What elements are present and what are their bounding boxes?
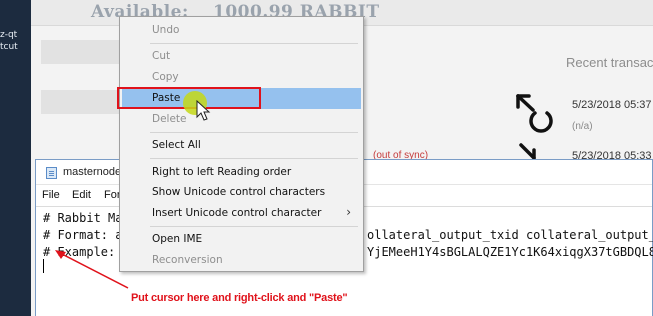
text-line-2-tail: ollateral_output_txid collateral_output_ bbox=[367, 228, 653, 242]
menu-separator bbox=[150, 43, 358, 44]
recent-transactions-title: Recent transac bbox=[566, 55, 653, 70]
menu-item-undo[interactable]: Undo bbox=[122, 20, 361, 41]
menu-item-copy[interactable]: Copy bbox=[122, 67, 361, 88]
menu-file[interactable]: File bbox=[42, 189, 60, 201]
menu-item-insert-unicode[interactable]: Insert Unicode control character › bbox=[122, 203, 361, 224]
desktop-shortcut-label[interactable]: z-qt bbox=[0, 30, 17, 40]
menu-item-cut[interactable]: Cut bbox=[122, 46, 361, 67]
menu-item-reconversion[interactable]: Reconversion bbox=[122, 250, 361, 271]
text-caret bbox=[43, 259, 44, 273]
menu-item-rtl[interactable]: Right to left Reading order bbox=[122, 162, 361, 183]
cursor-highlight bbox=[183, 91, 207, 115]
submenu-arrow-icon: › bbox=[346, 205, 351, 219]
menu-item-delete[interactable]: Delete bbox=[122, 109, 361, 130]
wallet-row-band bbox=[41, 40, 121, 64]
text-line-3-tail: YjEMeeH1Y4sBGLALQZE1Yc1K64xiqgX37tGBDQL8 bbox=[367, 245, 653, 259]
transaction-date: 5/23/2018 05:37 bbox=[572, 99, 652, 111]
menu-item-select-all[interactable]: Select All bbox=[122, 135, 361, 156]
text-line-1: # Rabbit Ma bbox=[43, 211, 123, 225]
desktop-shortcut-label[interactable]: tcut bbox=[0, 42, 18, 52]
menu-separator bbox=[150, 226, 358, 227]
notepad-title: masternode bbox=[63, 166, 122, 178]
annotation-text: Put cursor here and right-click and "Pas… bbox=[131, 292, 348, 304]
menu-separator bbox=[150, 132, 358, 133]
menu-item-open-ime[interactable]: Open IME bbox=[122, 229, 361, 250]
wallet-row-band bbox=[41, 90, 121, 114]
menu-edit[interactable]: Edit bbox=[72, 189, 91, 201]
text-line-2: # Format: a bbox=[43, 228, 123, 242]
transaction-note: (n/a) bbox=[572, 121, 593, 132]
sent-arrow-icon bbox=[519, 143, 536, 160]
menu-item-show-unicode[interactable]: Show Unicode control characters bbox=[122, 182, 361, 203]
received-arrow-icon bbox=[516, 94, 553, 133]
notepad-icon bbox=[46, 167, 57, 179]
context-menu: Undo Cut Copy Paste Delete Select All Ri… bbox=[119, 16, 364, 272]
menu-separator bbox=[150, 158, 358, 159]
text-line-3: # Example: bbox=[43, 245, 116, 259]
